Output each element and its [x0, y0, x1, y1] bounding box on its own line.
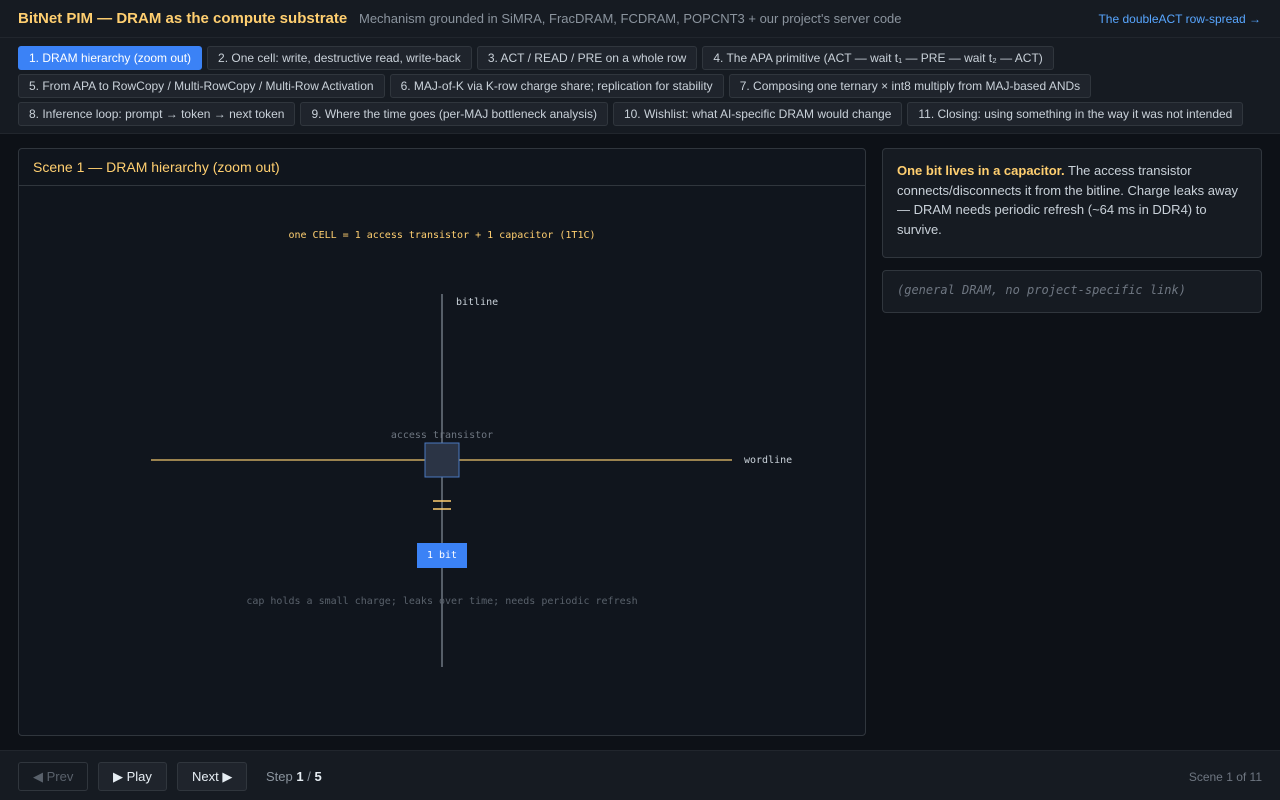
tab-scene-7[interactable]: 7. Composing one ternary × int8 multiply… — [728, 74, 1092, 98]
step-current: 1 — [296, 769, 304, 784]
tab-scene-8[interactable]: 8. Inference loop: prompt → token → next… — [18, 102, 296, 126]
step-indicator: Step 1 / 5 — [266, 769, 322, 784]
tab-scene-9[interactable]: 9. Where the time goes (per-MAJ bottlene… — [300, 102, 608, 126]
bit-label: 1 bit — [427, 550, 457, 561]
project-reference-card: (general DRAM, no project-specific link) — [882, 270, 1262, 313]
prev-button[interactable]: ◀ Prev — [18, 762, 89, 791]
tab-row-1: 1. DRAM hierarchy (zoom out) 2. One cell… — [18, 46, 1054, 70]
scene-counter: Scene 1 of 11 — [1188, 770, 1262, 784]
next-button[interactable]: Next ▶ — [177, 762, 248, 791]
scene-title: Scene 1 — DRAM hierarchy (zoom out) — [19, 149, 865, 186]
tab-scene-6[interactable]: 6. MAJ-of-K via K-row charge share; repl… — [389, 74, 724, 98]
top-bar: BitNet PIM — DRAM as the compute substra… — [0, 0, 1280, 38]
project-reference-text: (general DRAM, no project-specific link) — [897, 283, 1186, 297]
step-label: Step — [266, 769, 293, 784]
diagram-caption: one CELL = 1 access transistor + 1 capac… — [288, 230, 595, 241]
app-title: BitNet PIM — DRAM as the compute substra… — [18, 10, 348, 27]
refresh-note: cap holds a small charge; leaks over tim… — [246, 596, 637, 607]
tab-row-2: 5. From APA to RowCopy / Multi-RowCopy /… — [18, 74, 1092, 98]
play-button[interactable]: ▶ Play — [98, 762, 167, 791]
transistor-label: access transistor — [391, 430, 493, 441]
scene-tabs: 1. DRAM hierarchy (zoom out) 2. One cell… — [0, 38, 1280, 134]
explanation-lead: One bit lives in a capacitor. — [897, 163, 1065, 178]
tab-scene-10[interactable]: 10. Wishlist: what AI-specific DRAM woul… — [612, 102, 903, 126]
scene-panel: Scene 1 — DRAM hierarchy (zoom out) one … — [18, 148, 866, 736]
step-total: 5 — [314, 769, 322, 784]
wordline-label: wordline — [744, 455, 792, 466]
bitline-label: bitline — [456, 297, 498, 308]
explanation-card: One bit lives in a capacitor. The access… — [882, 148, 1262, 258]
tab-scene-11[interactable]: 11. Closing: using something in the way … — [907, 102, 1244, 126]
tab-scene-5[interactable]: 5. From APA to RowCopy / Multi-RowCopy /… — [18, 74, 385, 98]
tab-scene-1[interactable]: 1. DRAM hierarchy (zoom out) — [18, 46, 203, 70]
doubleact-link[interactable]: The doubleACT row-spread → — [1098, 12, 1261, 26]
tab-scene-3[interactable]: 3. ACT / READ / PRE on a whole row — [476, 46, 698, 70]
footer-controls: ◀ Prev ▶ Play Next ▶ Step 1 / 5 Scene 1 … — [0, 750, 1280, 800]
app-subtitle: Mechanism grounded in SiMRA, FracDRAM, F… — [359, 11, 902, 26]
step-separator: / — [307, 769, 311, 784]
tab-row-3: 8. Inference loop: prompt → token → next… — [18, 102, 1244, 126]
access-transistor — [424, 442, 460, 478]
dram-cell-diagram: one CELL = 1 access transistor + 1 capac… — [151, 230, 792, 667]
tab-scene-4[interactable]: 4. The APA primitive (ACT — wait t₁ — PR… — [702, 46, 1054, 70]
tab-scene-2[interactable]: 2. One cell: write, destructive read, wr… — [207, 46, 472, 70]
